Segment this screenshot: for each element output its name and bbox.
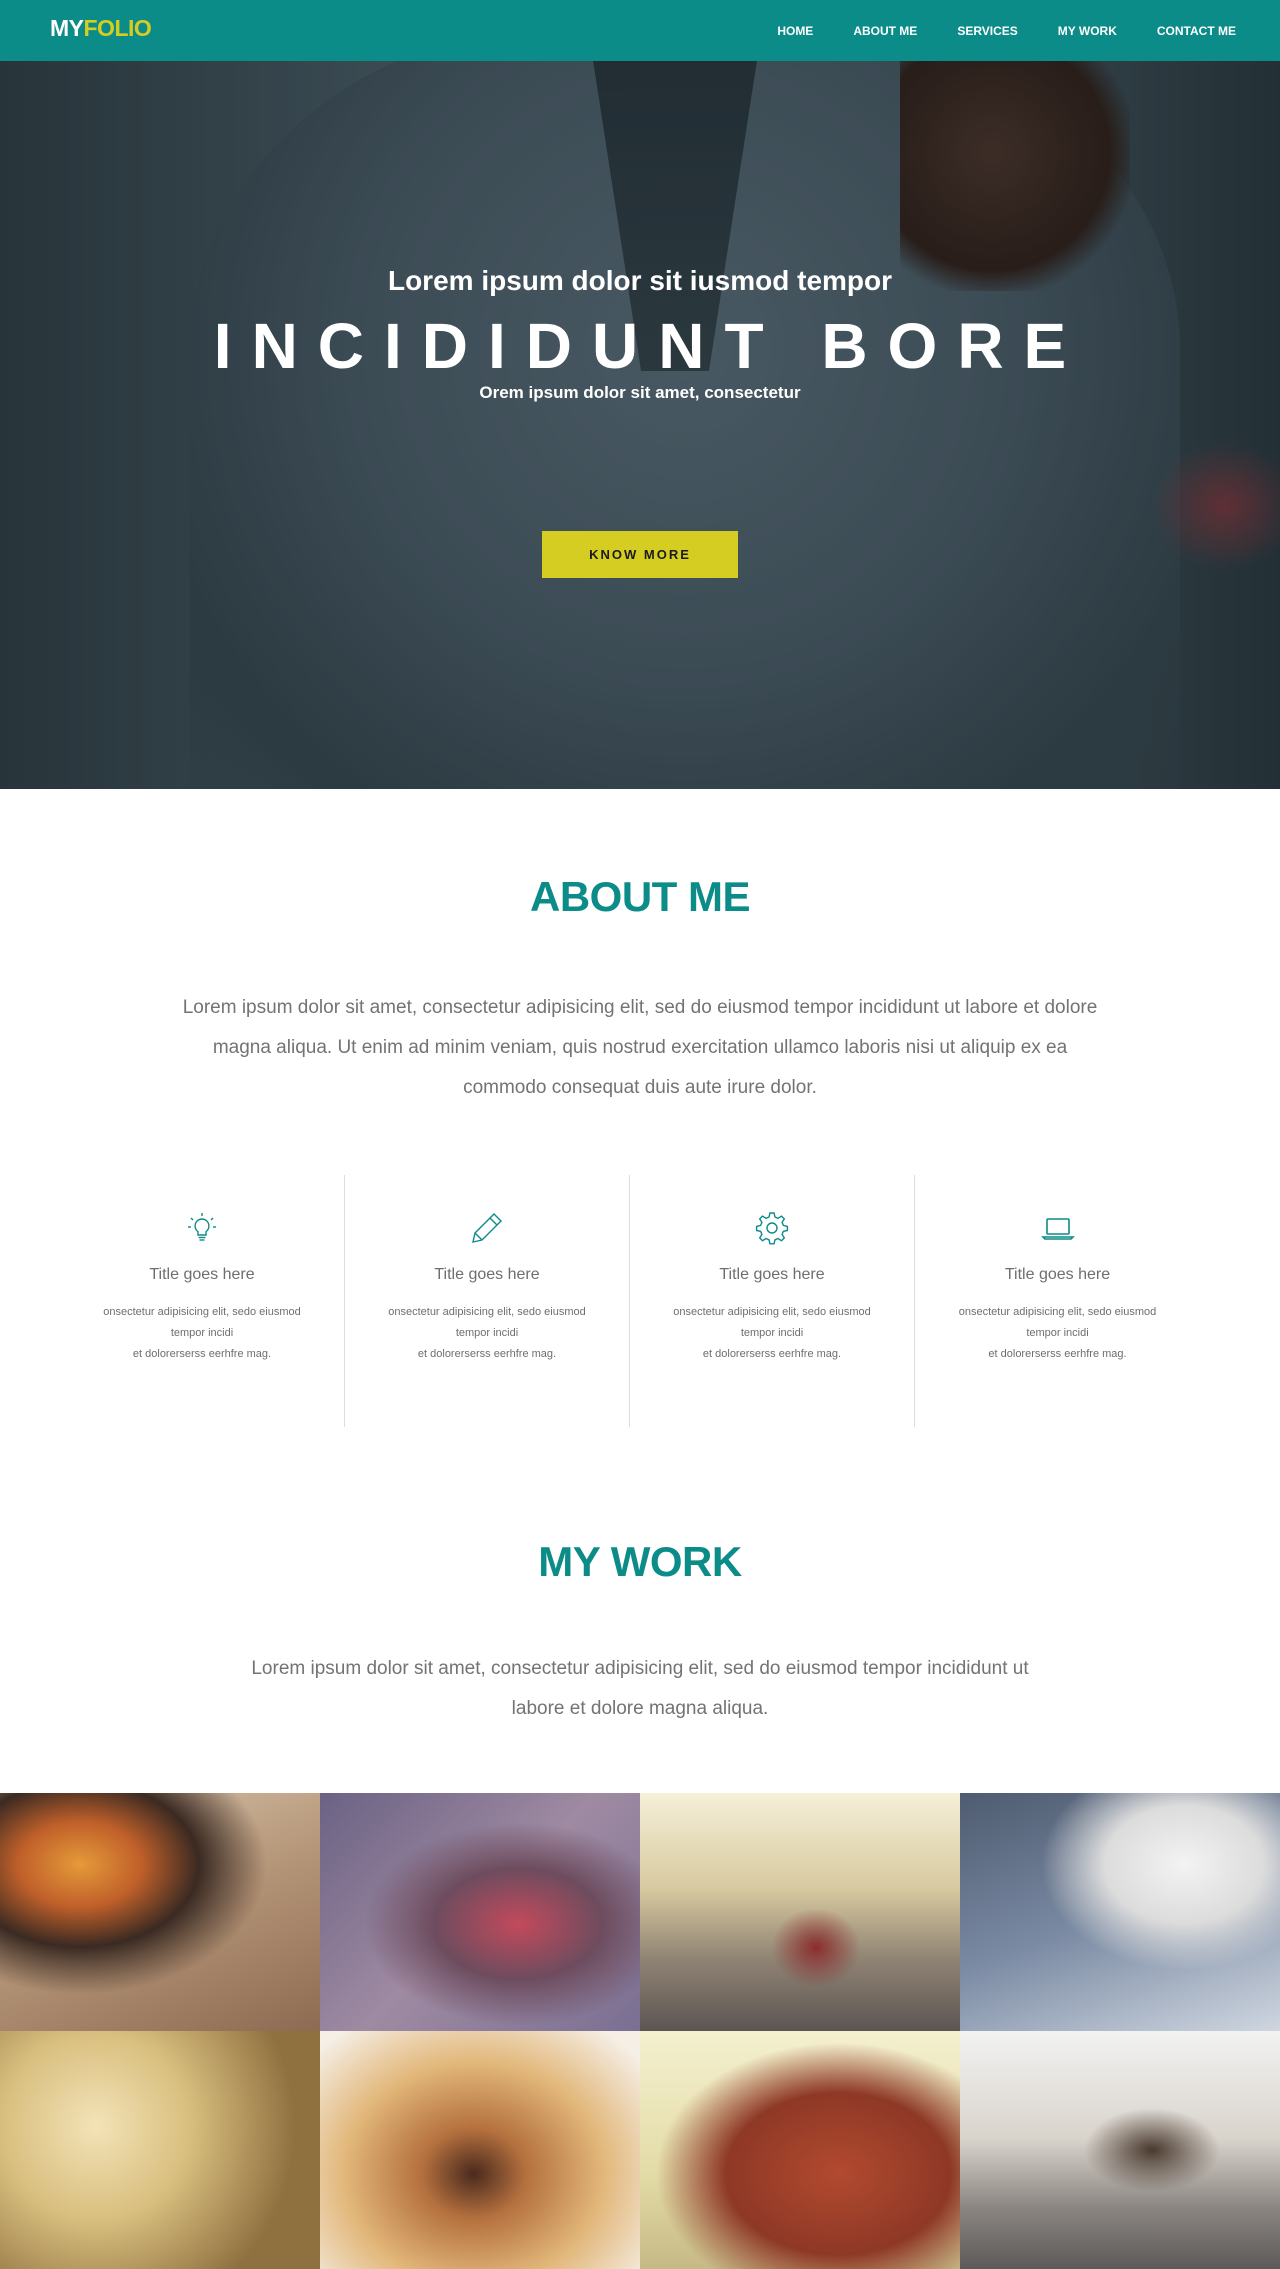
portfolio-gallery [0,1793,1280,2269]
lightbulb-icon [188,1213,216,1241]
about-section-title: ABOUT ME [530,873,751,920]
feature-card: Title goes here onsectetur adipisicing e… [345,1175,630,1427]
site-logo[interactable]: MYFOLIO [50,15,152,42]
feature-card: Title goes here onsectetur adipisicing e… [60,1175,345,1427]
feature-description: onsectetur adipisicing elit, sedo eiusmo… [630,1302,914,1365]
portfolio-image-sunglasses[interactable] [0,1793,320,2031]
portfolio-image-car-on-road[interactable] [640,1793,960,2031]
feature-title: Title goes here [434,1266,540,1283]
nav-link-about-me[interactable]: ABOUT ME [853,24,917,38]
feature-desc-line: et dolorerserss eerhfre mag. [988,1348,1127,1360]
know-more-button[interactable]: KNOW MORE [542,531,738,578]
feature-title: Title goes here [1004,1266,1111,1283]
nav-link-home[interactable]: HOME [777,24,813,38]
work-description: Lorem ipsum dolor sit amet, consectetur … [251,1658,1029,1719]
feature-desc-line: onsectetur adipisicing elit, sedo eiusmo… [958,1306,1157,1318]
feature-title: Title goes here [719,1266,825,1283]
feature-title: Title goes here [149,1266,255,1283]
feature-desc-line: et dolorerserss eerhfre mag. [417,1348,557,1360]
portfolio-image-frosted-leaf[interactable] [320,1793,640,2031]
hero-banner: Lorem ipsum dolor sit iusmod tempor INCI… [0,61,1280,789]
main-menu: HOME ABOUT ME SERVICES MY WORK CONTACT M… [777,0,1236,61]
feature-list: Title goes here onsectetur adipisicing e… [60,1175,1200,1427]
feature-card: Title goes here onsectetur adipisicing e… [630,1175,915,1427]
logo-my: MY [50,15,84,41]
feature-desc-line: onsectetur adipisicing elit, sedo eiusmo… [673,1306,871,1318]
feature-description: onsectetur adipisicing elit, sedo eiusmo… [345,1302,629,1365]
feature-description: onsectetur adipisicing elit, sedo eiusmo… [60,1302,344,1365]
hero-subtitle: Lorem ipsum dolor sit iusmod tempor [387,265,893,296]
portfolio-image-street-walker[interactable] [960,2031,1280,2269]
hero-overlay [0,61,1280,789]
logo-folio: FOLIO [83,15,152,41]
feature-desc-line: et dolorerserss eerhfre mag. [132,1348,272,1360]
feature-card: Title goes here onsectetur adipisicing e… [915,1175,1200,1427]
top-navbar: MYFOLIO HOME ABOUT ME SERVICES MY WORK C… [0,0,1280,61]
feature-desc-line: onsectetur adipisicing elit, sedo eiusmo… [388,1306,586,1318]
nav-link-services[interactable]: SERVICES [957,24,1017,38]
gear-icon [755,1212,789,1245]
nav-link-contact-me[interactable]: CONTACT ME [1157,24,1236,38]
hero-title: INCIDIDUNT BORE [213,310,1087,382]
feature-desc-line: tempor incidi [455,1327,519,1339]
feature-desc-line: tempor incidi [170,1327,234,1339]
feature-desc-line: tempor incidi [740,1327,804,1339]
portfolio-image-dog[interactable] [320,2031,640,2269]
about-description: Lorem ipsum dolor sit amet, consectetur … [182,997,1098,1098]
feature-desc-line: tempor incidi [1026,1327,1089,1339]
nav-link-my-work[interactable]: MY WORK [1058,24,1117,38]
feature-desc-line: onsectetur adipisicing elit, sedo eiusmo… [103,1306,301,1318]
feature-description: onsectetur adipisicing elit, sedo eiusmo… [915,1302,1200,1365]
portfolio-image-red-hair[interactable] [640,2031,960,2269]
portfolio-image-swan[interactable] [960,1793,1280,2031]
pencil-icon [472,1213,502,1243]
feature-desc-line: et dolorerserss eerhfre mag. [702,1348,842,1360]
hero-tagline: Orem ipsum dolor sit amet, consectetur [479,383,801,402]
work-section-title: MY WORK [538,1538,742,1585]
laptop-icon [1040,1218,1075,1240]
portfolio-image-banana-slices[interactable] [0,2031,320,2269]
